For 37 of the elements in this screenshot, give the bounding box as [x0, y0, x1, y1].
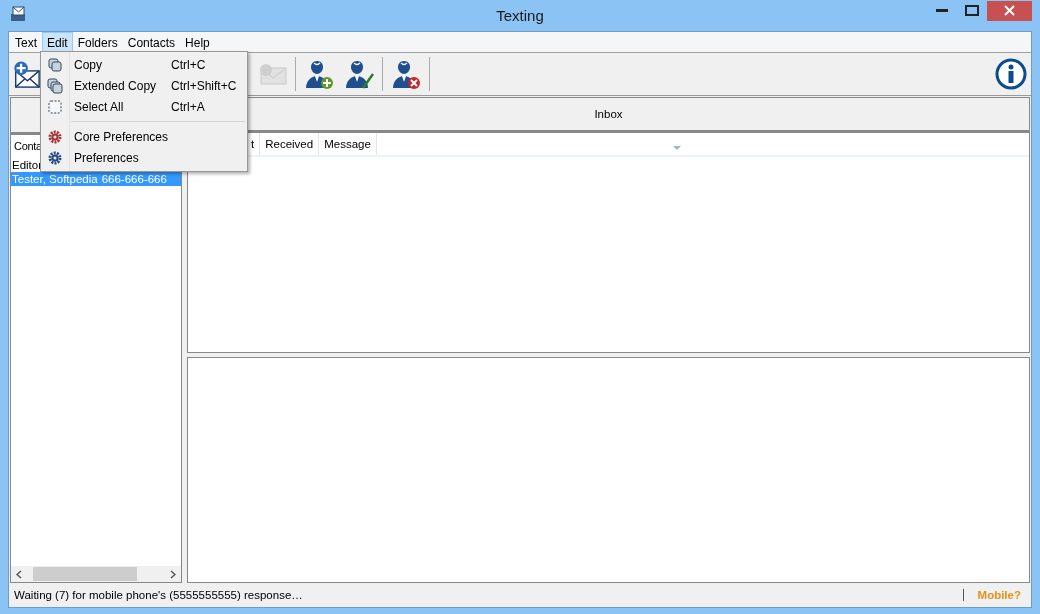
gear-icon: [48, 129, 62, 144]
delete-contact-icon[interactable]: [390, 58, 422, 90]
close-button[interactable]: [987, 0, 1032, 21]
contact-phone: 666-666-666: [101, 173, 168, 185]
menu-item[interactable]: Core Preferences: [41, 126, 247, 147]
contact-name: Tester, Softpedia: [12, 173, 99, 185]
app-icon: [10, 6, 26, 22]
menu-item[interactable]: Copy Ctrl+C: [41, 54, 247, 75]
status-message: Waiting (7) for mobile phone's (5555555555) response…: [14, 589, 304, 601]
maximize-icon: [965, 5, 979, 16]
menu-item[interactable]: Text: [10, 32, 42, 52]
menu-item[interactable]: Extended Copy Ctrl+Shift+C: [41, 75, 247, 96]
copy-icon: [47, 77, 63, 94]
edit-menu[interactable]: Copy Ctrl+C Extended Copy Ctrl+Shift+C Select All Ctrl+A Core Preferences Preferences: [40, 51, 248, 172]
column-header[interactable]: t: [249, 133, 261, 155]
sort-arrow-icon: [673, 146, 681, 150]
menu-item[interactable]: Folders: [72, 32, 123, 52]
add-contact-icon[interactable]: [303, 58, 335, 90]
menu-item[interactable]: Edit: [42, 32, 73, 52]
menu-item[interactable]: Contacts: [122, 32, 181, 52]
close-icon: [1004, 5, 1015, 16]
menu-item[interactable]: Preferences: [41, 147, 247, 168]
menu-item[interactable]: Select All Ctrl+A: [41, 96, 247, 117]
chevron-left-icon[interactable]: [16, 569, 22, 579]
select-all-icon: [48, 99, 62, 114]
gear-icon: [48, 150, 62, 165]
column-header[interactable]: Received: [260, 133, 320, 155]
copy-icon: [48, 57, 62, 72]
info-icon[interactable]: [995, 58, 1027, 90]
edit-contact-icon[interactable]: [343, 58, 375, 90]
new-message-icon[interactable]: [13, 59, 40, 89]
chevron-right-icon[interactable]: [170, 569, 176, 579]
window-title: Texting: [496, 7, 544, 24]
horizontal-scrollbar[interactable]: [11, 566, 181, 582]
column-header[interactable]: Message: [319, 133, 377, 155]
minimize-icon: [936, 9, 948, 12]
menu-item[interactable]: Help: [180, 32, 215, 52]
